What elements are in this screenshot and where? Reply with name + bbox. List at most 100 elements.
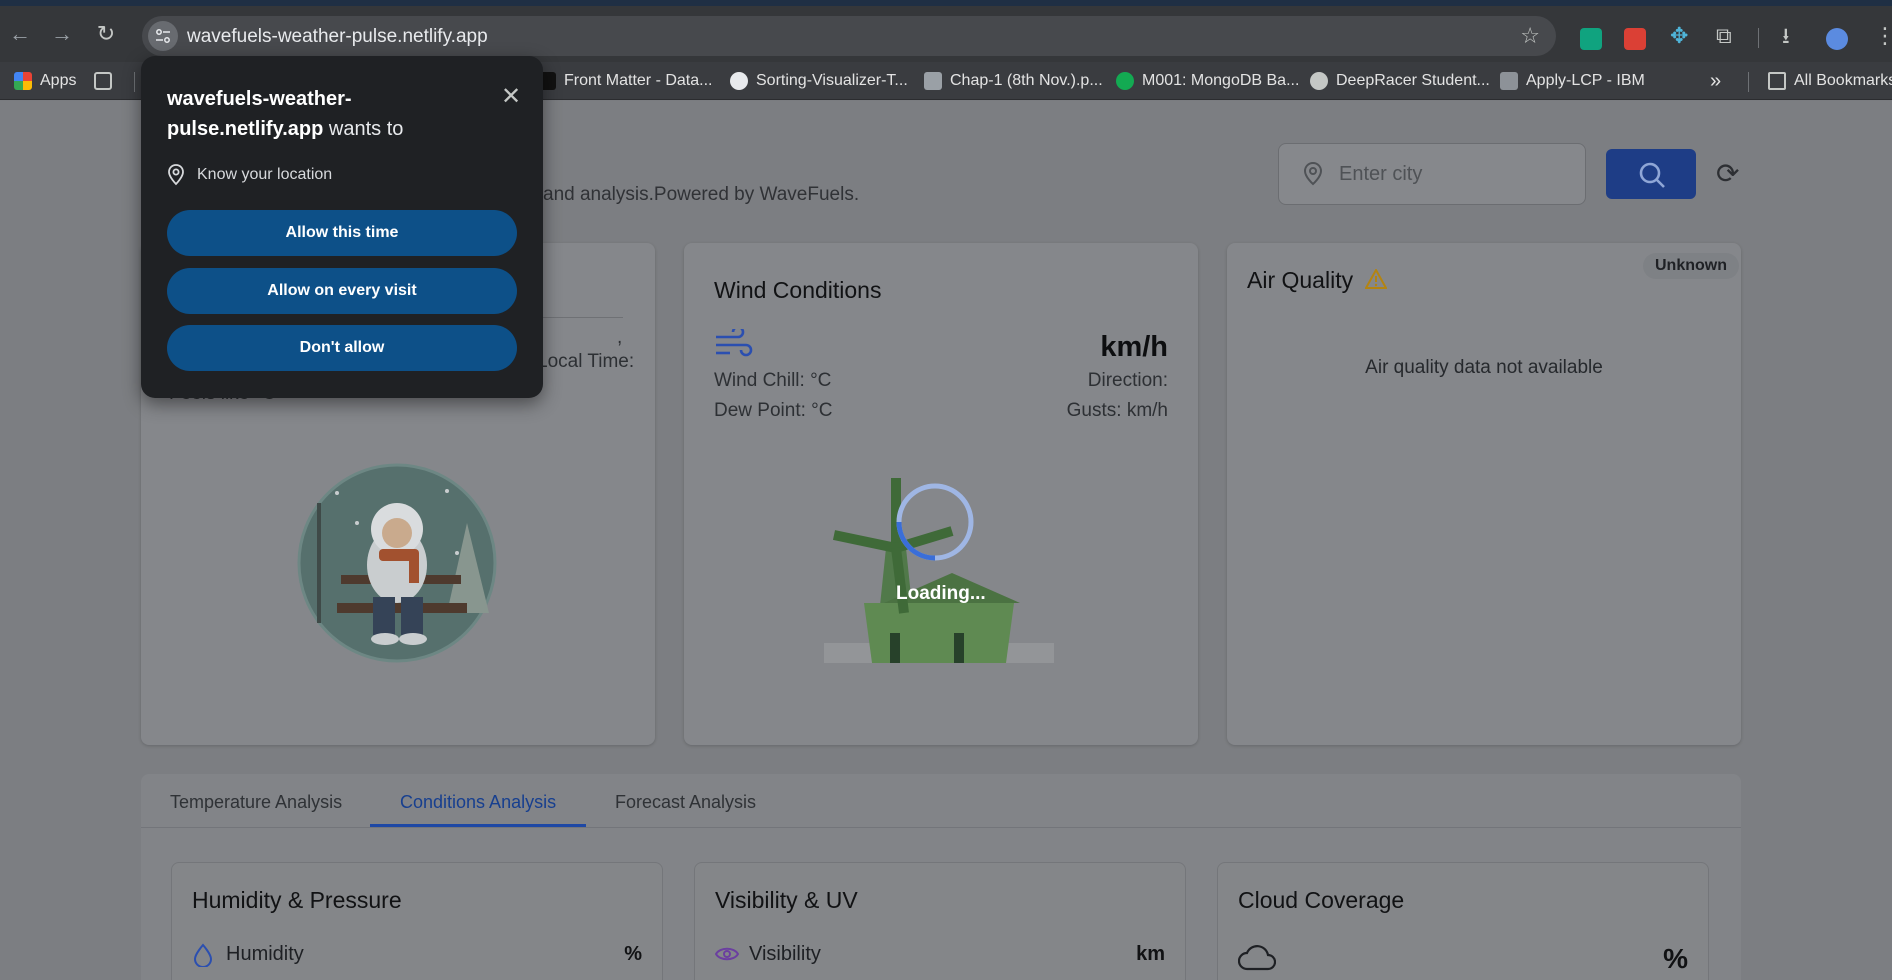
all-bookmarks-label: All Bookmarks: [1794, 72, 1892, 89]
bookmark-apps[interactable]: Apps: [14, 70, 76, 92]
bookmark-label: Front Matter - Data...: [564, 72, 713, 89]
city-input-placeholder: Enter city: [1339, 163, 1423, 185]
wind-conditions-card: Wind Conditions km/h Wind Chill: °C Dew …: [684, 243, 1198, 745]
bookmark-label: Chap-1 (8th Nov.).p...: [950, 72, 1103, 89]
bookmark-chap-1[interactable]: Chap-1 (8th Nov.).p...: [924, 70, 1103, 92]
document-icon: [924, 72, 942, 90]
tab-forecast-analysis[interactable]: Forecast Analysis: [615, 792, 756, 813]
bookmarks-divider: [1748, 72, 1749, 92]
humidity-label: Humidity: [226, 943, 304, 965]
browser-toolbar: ← → ↻ wavefuels-weather-pulse.netlify.ap…: [0, 6, 1892, 62]
deepracer-icon: [1310, 72, 1328, 90]
subcard-title: Humidity & Pressure: [192, 887, 402, 913]
github-icon: [730, 72, 748, 90]
cloud-icon: [1238, 945, 1276, 971]
refresh-icon[interactable]: ⟳: [1716, 157, 1739, 190]
back-button[interactable]: ←: [6, 20, 34, 48]
humidity-pressure-card: Humidity & Pressure Humidity %: [171, 862, 663, 980]
cold-weather-illustration: [297, 463, 497, 663]
subcard-title: Cloud Coverage: [1238, 887, 1405, 913]
popup-wants-to: wants to: [328, 118, 404, 140]
forward-button[interactable]: →: [48, 20, 76, 48]
bookmark-deepracer[interactable]: DeepRacer Student...: [1310, 70, 1490, 92]
bookmark-mongodb[interactable]: M001: MongoDB Ba...: [1116, 70, 1299, 92]
extensions-icon[interactable]: ⧉: [1716, 25, 1732, 47]
visibility-unit: km: [1136, 943, 1165, 965]
extension-puzzle-alt-icon[interactable]: ✥: [1670, 25, 1688, 47]
bookmark-label: DeepRacer Student...: [1336, 72, 1490, 89]
bookmark-label: Apps: [40, 72, 77, 89]
wind-icon: [716, 329, 753, 357]
bookmark-front-matter[interactable]: Front Matter - Data...: [538, 70, 712, 92]
allow-every-visit-button[interactable]: Allow on every visit: [167, 268, 517, 314]
tabs-divider: [141, 827, 1741, 828]
air-quality-message: Air quality data not available: [1365, 357, 1603, 378]
analysis-tabs-panel: Temperature Analysis Conditions Analysis…: [141, 774, 1741, 980]
droplet-icon: [193, 943, 213, 967]
tab-groups-icon[interactable]: [94, 70, 112, 92]
bookmark-label: M001: MongoDB Ba...: [1142, 72, 1300, 89]
air-quality-card: Air Quality Unknown Air quality data not…: [1227, 243, 1741, 745]
popup-title: wavefuels-weather-pulse.netlify.app want…: [167, 84, 497, 144]
subcard-title: Visibility & UV: [715, 887, 858, 913]
mongodb-leaf-icon: [1116, 72, 1134, 90]
profile-avatar[interactable]: [1826, 28, 1848, 50]
wind-direction-label: Direction:: [1087, 370, 1168, 391]
wind-gusts-label: Gusts: km/h: [1066, 400, 1168, 421]
search-icon: [1639, 162, 1665, 188]
popup-site: wavefuels-weather-pulse.netlify.app: [167, 88, 352, 140]
chatgpt-extension-icon[interactable]: [1580, 28, 1602, 50]
toolbar-divider: [1758, 28, 1759, 48]
loading-spinner-icon: [896, 483, 974, 561]
close-icon[interactable]: ✕: [501, 82, 521, 111]
warning-icon: [1365, 269, 1387, 289]
bookmark-star-icon[interactable]: ☆: [1520, 23, 1540, 49]
bookmarks-divider: [134, 72, 135, 92]
bookmark-sorting-visualizer[interactable]: Sorting-Visualizer-T...: [730, 70, 908, 92]
bookmark-label: Sorting-Visualizer-T...: [756, 72, 908, 89]
tab-conditions-analysis[interactable]: Conditions Analysis: [400, 792, 556, 813]
location-comma: ,: [617, 327, 623, 348]
todoist-extension-icon[interactable]: [1624, 28, 1646, 50]
aqi-status-badge: Unknown: [1643, 253, 1739, 279]
card-divider: [543, 317, 623, 318]
dont-allow-button[interactable]: Don't allow: [167, 325, 517, 371]
visibility-label: Visibility: [749, 943, 821, 965]
tab-temperature-analysis[interactable]: Temperature Analysis: [170, 792, 342, 813]
bookmark-apply-lcp[interactable]: Apply-LCP - IBM: [1500, 70, 1645, 92]
active-tab-indicator: [370, 824, 586, 827]
wind-chill-label: Wind Chill: °C: [714, 370, 832, 391]
all-bookmarks-folder[interactable]: All Bookmarks: [1768, 70, 1892, 92]
folder-icon: [1768, 72, 1786, 90]
wind-card-title: Wind Conditions: [714, 277, 882, 303]
eye-icon: [715, 947, 739, 961]
city-search-input[interactable]: Enter city: [1278, 143, 1586, 205]
cloud-coverage-unit: %: [1663, 943, 1688, 974]
site-info-icon[interactable]: [148, 21, 178, 51]
dew-point-label: Dew Point: °C: [714, 400, 833, 421]
location-permission-popup: wavefuels-weather-pulse.netlify.app want…: [141, 56, 543, 398]
reload-button[interactable]: ↻: [92, 20, 120, 48]
cloud-coverage-card: Cloud Coverage %: [1217, 862, 1709, 980]
more-bookmarks-chevron-icon[interactable]: »: [1710, 70, 1721, 92]
ibm-icon: [1500, 72, 1518, 90]
permission-label: Know your location: [197, 166, 333, 183]
page-subtitle: and analysis.Powered by WaveFuels.: [543, 184, 860, 205]
allow-this-time-button[interactable]: Allow this time: [167, 210, 517, 256]
bookmark-label: Apply-LCP - IBM: [1526, 72, 1645, 89]
url-text: wavefuels-weather-pulse.netlify.app: [187, 26, 488, 47]
loading-text: Loading...: [896, 583, 986, 604]
address-bar[interactable]: wavefuels-weather-pulse.netlify.app ☆: [142, 16, 1556, 56]
location-pin-icon: [168, 164, 184, 186]
wind-speed-unit: km/h: [1100, 331, 1168, 363]
permission-request: Know your location: [167, 164, 332, 186]
air-quality-title: Air Quality: [1247, 267, 1354, 293]
apps-grid-icon: [14, 72, 32, 90]
menu-kebab-icon[interactable]: ⋮: [1874, 25, 1892, 47]
humidity-unit: %: [624, 943, 642, 965]
download-icon[interactable]: ⭳: [1782, 25, 1790, 47]
visibility-uv-card: Visibility & UV Visibility km: [694, 862, 1186, 980]
location-pin-icon: [1303, 162, 1323, 186]
search-button[interactable]: [1606, 149, 1696, 199]
local-time-label: Local Time:: [537, 351, 635, 372]
